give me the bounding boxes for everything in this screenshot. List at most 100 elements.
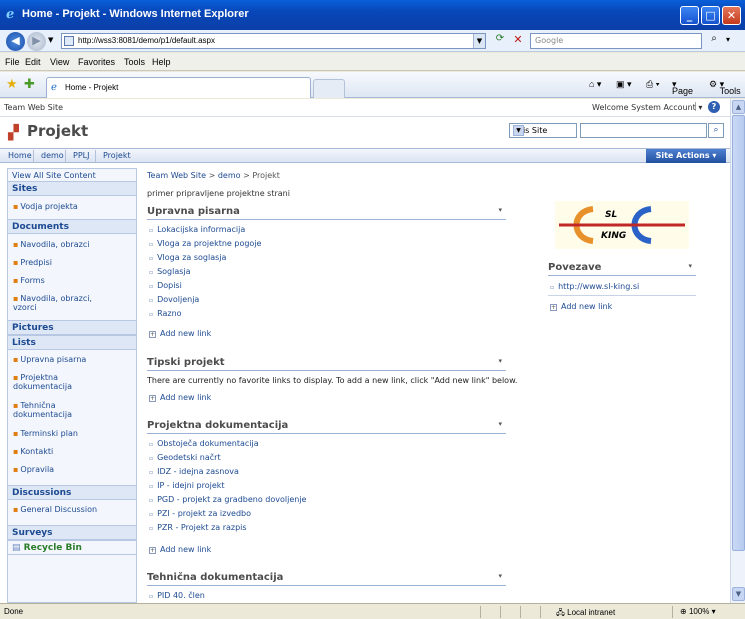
help-icon[interactable]: ? (708, 101, 720, 113)
ql-head-surveys[interactable]: Surveys (8, 525, 136, 540)
webpart-menu-icon[interactable]: ▾ (688, 262, 692, 270)
scroll-up-icon[interactable]: ▲ (732, 100, 745, 114)
vertical-scrollbar[interactable]: ▲ ▼ (730, 99, 745, 603)
page-menu[interactable]: Page ▾ (672, 79, 693, 96)
add-new-link[interactable]: + Add new link (149, 393, 211, 402)
ql-item[interactable]: ▪ Kontakti (13, 447, 53, 456)
list-item[interactable]: ▫ Dovoljenja (149, 295, 199, 304)
status-text: Done (4, 607, 24, 616)
home-icon[interactable]: ⌂ ▾ (589, 79, 601, 90)
tab-home-projekt[interactable]: ℯ Home - Projekt (46, 77, 311, 98)
nav-projekt[interactable]: Projekt (103, 151, 131, 160)
site-title[interactable]: Projekt (27, 122, 88, 140)
webpart-menu-icon[interactable]: ▾ (498, 357, 502, 365)
view-all-content-link[interactable]: View All Site Content (12, 171, 96, 180)
list-item[interactable]: ▫ Dopisi (149, 281, 182, 290)
scope-dropdown-icon[interactable]: ▼ (513, 125, 524, 136)
webpart-menu-icon[interactable]: ▾ (498, 572, 502, 580)
welcome-menu[interactable]: Welcome System Account ▾ (592, 103, 702, 112)
list-item[interactable]: ▫ PID 40. člen (149, 591, 205, 600)
add-favorite-icon[interactable]: ✚ (24, 77, 35, 92)
search-input[interactable]: Google (530, 33, 702, 49)
zoom-control[interactable]: ⊕ 100% ▾ (680, 607, 716, 616)
nav-home[interactable]: Home (8, 151, 32, 160)
list-item[interactable]: ▫ Lokacijska informacija (149, 225, 245, 234)
ql-item[interactable]: ▪ Navodila, obrazci, vzorci (13, 294, 113, 312)
search-icon[interactable]: ⌕ (705, 33, 723, 49)
menu-help[interactable]: Help (152, 57, 171, 67)
refresh-icon[interactable]: ⟳ (492, 33, 508, 49)
maximize-button[interactable]: □ (701, 6, 720, 25)
search-scope-select[interactable]: This Site ▼ (509, 123, 577, 138)
feeds-icon[interactable]: ▣ ▾ (616, 79, 632, 90)
address-url[interactable]: http://wss3:8081/demo/p1/default.aspx (78, 36, 215, 45)
list-item[interactable]: ▫ Razno (149, 309, 182, 318)
list-item[interactable]: ▫ Soglasja (149, 267, 191, 276)
list-item[interactable]: ▫ IDZ - idejna zasnova (149, 467, 239, 476)
new-tab-button[interactable] (313, 79, 345, 98)
menu-favorites[interactable]: Favorites (78, 57, 115, 67)
nav-pplj[interactable]: PPLJ (73, 151, 89, 160)
breadcrumb-team-site[interactable]: Team Web Site (147, 171, 206, 180)
close-button[interactable]: ✕ (722, 6, 741, 25)
add-new-link[interactable]: + Add new link (149, 329, 211, 338)
scroll-down-icon[interactable]: ▼ (732, 587, 745, 601)
list-item[interactable]: ▫ PZI - projekt za izvedbo (149, 509, 251, 518)
list-item[interactable]: ▫ PGD - projekt za gradbeno dovoljenje (149, 495, 306, 504)
recycle-bin-link[interactable]: ▤ Recycle Bin (8, 540, 136, 555)
back-button[interactable]: ◀ (6, 32, 25, 51)
ql-item[interactable]: ▪ Tehnična dokumentacija (13, 401, 103, 419)
site-search-input[interactable] (580, 123, 707, 138)
search-options-icon[interactable]: ▾ (726, 35, 730, 44)
menu-file[interactable]: File (5, 57, 20, 67)
site-actions-button[interactable]: Site Actions ▾ (646, 149, 726, 163)
ql-item[interactable]: ▪ Upravna pisarna (13, 355, 86, 364)
ql-head-sites[interactable]: Sites (8, 181, 136, 196)
list-item[interactable]: ▫ PZR - Projekt za razpis (149, 523, 247, 532)
menu-tools[interactable]: Tools (124, 57, 145, 67)
ql-item[interactable]: ▪ General Discussion (13, 505, 97, 514)
team-site-link[interactable]: Team Web Site (4, 103, 63, 112)
ql-item[interactable]: ▪ Terminski plan (13, 429, 78, 438)
ql-head-pictures[interactable]: Pictures (8, 320, 136, 335)
address-dropdown-icon[interactable]: ▼ (473, 34, 485, 48)
add-new-link[interactable]: + Add new link (149, 545, 211, 554)
webpart-menu-icon[interactable]: ▾ (498, 420, 502, 428)
ql-item[interactable]: ▪ Predpisi (13, 258, 52, 267)
ql-item[interactable]: ▪ Opravila (13, 465, 54, 474)
scroll-thumb[interactable] (732, 115, 745, 551)
forward-button[interactable]: ▶ (27, 32, 46, 51)
print-icon[interactable]: ⎙ ▾ (646, 79, 659, 90)
ql-head-discussions[interactable]: Discussions (8, 485, 136, 500)
link-text: Soglasja (157, 267, 191, 276)
list-item[interactable]: ▫ Vloga za soglasja (149, 253, 226, 262)
tools-menu[interactable]: ⚙ Tools ▾ (709, 79, 741, 96)
menu-view[interactable]: View (50, 57, 69, 67)
nav-divider (65, 150, 66, 162)
ql-head-documents[interactable]: Documents (8, 219, 136, 234)
webpart-menu-icon[interactable]: ▾ (498, 206, 502, 214)
stop-icon[interactable]: ✕ (510, 33, 526, 49)
ql-item[interactable]: ▪ Vodja projekta (13, 202, 78, 211)
link-text: PID 40. člen (157, 591, 205, 600)
list-item[interactable]: ▫ Geodetski načrt (149, 453, 221, 462)
nav-demo[interactable]: demo (41, 151, 64, 160)
list-item[interactable]: ▫ Vloga za projektne pogoje (149, 239, 261, 248)
history-dropdown-icon[interactable]: ▼ (48, 36, 53, 44)
favorites-star-icon[interactable]: ★ (6, 77, 18, 92)
address-bar[interactable]: http://wss3:8081/demo/p1/default.aspx ▼ (61, 33, 486, 49)
list-item[interactable]: ▫ http://www.sl-king.si (550, 282, 639, 291)
ql-head-lists[interactable]: Lists (8, 335, 136, 350)
list-item[interactable]: ▫ Obstoječa dokumentacija (149, 439, 259, 448)
site-search-icon[interactable]: ⌕ (708, 123, 724, 138)
minimize-button[interactable]: _ (680, 6, 699, 25)
add-icon: + (149, 395, 156, 402)
ql-item[interactable]: ▪ Forms (13, 276, 45, 285)
list-item[interactable]: ▫ IP - idejni projekt (149, 481, 225, 490)
breadcrumb-demo[interactable]: demo (218, 171, 241, 180)
ql-item[interactable]: ▪ Navodila, obrazci (13, 240, 89, 249)
menu-edit[interactable]: Edit (25, 57, 41, 67)
ql-item[interactable]: ▪ Projektna dokumentacija (13, 373, 98, 391)
ql-item-label: Terminski plan (20, 429, 78, 438)
add-new-link[interactable]: + Add new link (550, 302, 612, 311)
